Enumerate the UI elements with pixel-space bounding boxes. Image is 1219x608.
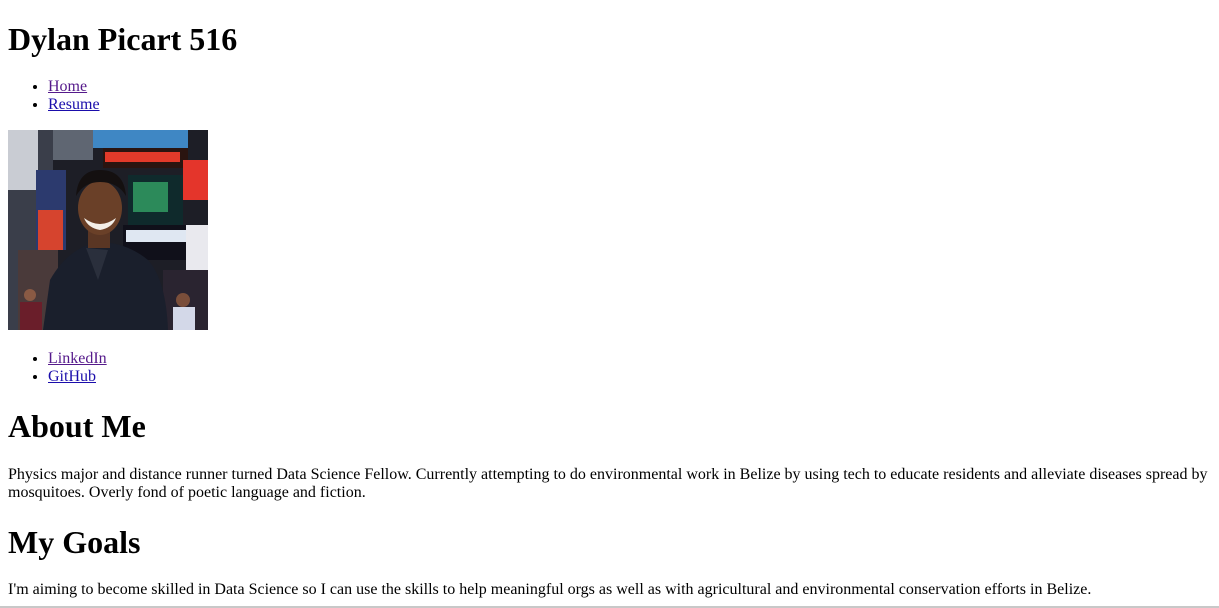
home-link[interactable]: Home	[48, 78, 87, 95]
about-heading: About Me	[8, 408, 146, 444]
page-title: Dylan Picart 516	[8, 21, 238, 57]
profile-photo-image	[8, 130, 208, 330]
goals-heading: My Goals	[8, 524, 141, 560]
linkedin-link[interactable]: LinkedIn	[48, 350, 107, 367]
about-text: Physics major and distance runner turned…	[8, 466, 1208, 501]
github-link[interactable]: GitHub	[48, 368, 96, 385]
nav-item-home: Home	[48, 78, 100, 96]
nav-item-github: GitHub	[48, 368, 107, 386]
social-nav: LinkedIn GitHub	[8, 350, 107, 386]
primary-nav: Home Resume	[8, 78, 100, 114]
resume-link[interactable]: Resume	[48, 96, 100, 113]
profile-photo	[8, 130, 208, 330]
nav-item-resume: Resume	[48, 96, 100, 114]
goals-text: I'm aiming to become skilled in Data Sci…	[8, 581, 1092, 598]
nav-item-linkedin: LinkedIn	[48, 350, 107, 368]
